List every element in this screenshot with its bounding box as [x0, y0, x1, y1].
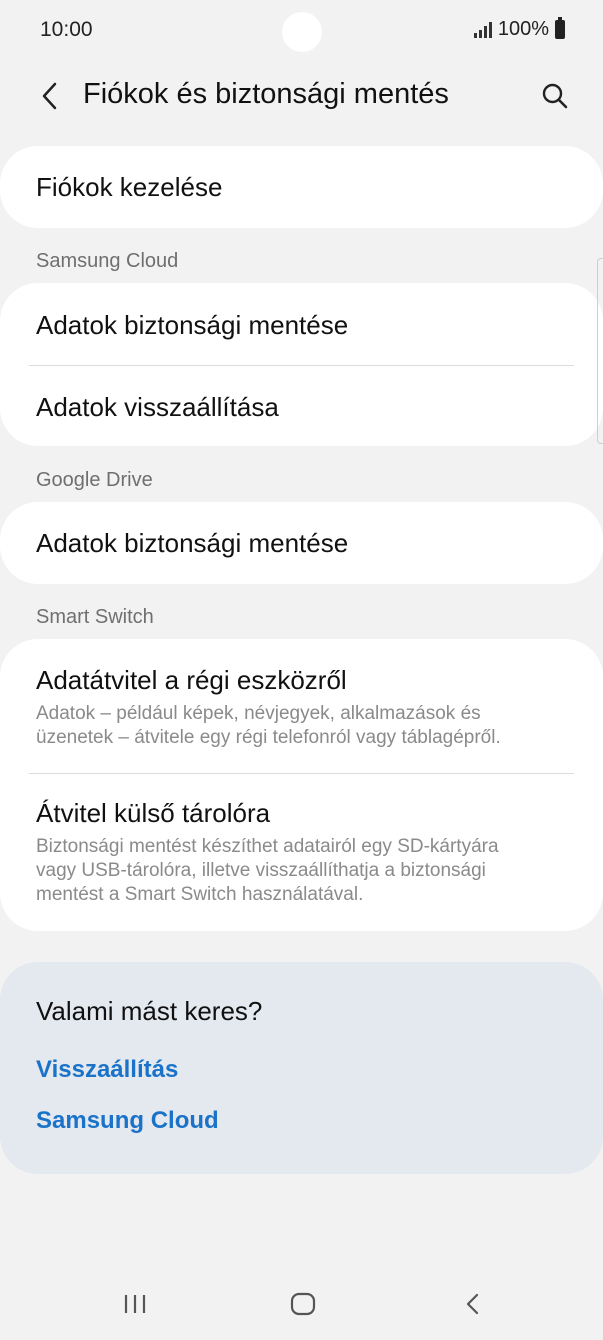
battery-percent: 100% — [497, 18, 549, 40]
smart-switch-card: Adatátvitel a régi eszközről Adatok – pé… — [0, 639, 603, 931]
section-label-samsung-cloud: Samsung Cloud — [36, 250, 179, 272]
transfer-desc-line: üzenetek – átvitele egy régi telefonról … — [36, 727, 501, 748]
google-drive-card: Adatok biztonsági mentése — [0, 502, 603, 584]
accounts-card: Fiókok kezelése — [0, 146, 603, 228]
transfer-old-device-description: Adatok – például képek, névjegyek, alkal… — [36, 702, 567, 750]
samsung-backup-item[interactable]: Adatok biztonsági mentése — [0, 283, 603, 365]
samsung-cloud-card: Adatok biztonsági mentése Adatok visszaá… — [0, 283, 603, 446]
back-button[interactable] — [30, 76, 70, 116]
home-button[interactable] — [278, 1284, 328, 1324]
status-bar: 10:00 100% — [0, 0, 603, 60]
section-label-google-drive: Google Drive — [36, 469, 153, 491]
transfer-old-device-item[interactable]: Adatátvitel a régi eszközről Adatok – pé… — [0, 639, 603, 773]
app-bar: Fiókok és biztonsági mentés — [0, 70, 603, 122]
nav-back-button[interactable] — [448, 1284, 498, 1324]
samsung-restore-item[interactable]: Adatok visszaállítása — [0, 366, 603, 446]
google-backup-label: Adatok biztonsági mentése — [36, 528, 349, 558]
search-button[interactable] — [535, 76, 575, 116]
google-backup-item[interactable]: Adatok biztonsági mentése — [0, 502, 603, 559]
samsung-restore-label: Adatok visszaállítása — [36, 392, 279, 422]
status-indicators: 100% — [473, 17, 565, 41]
recents-button[interactable] — [110, 1284, 160, 1324]
manage-accounts-item[interactable]: Fiókok kezelése — [0, 146, 603, 203]
external-desc-line: vagy USB-tárolóra, illetve visszaállítha… — [36, 860, 486, 881]
suggestions-card: Valami mást keres? Visszaállítás Samsung… — [0, 962, 603, 1174]
transfer-external-storage-item[interactable]: Átvitel külső tárolóra Biztonsági mentés… — [0, 774, 603, 931]
battery-icon — [555, 17, 565, 39]
transfer-desc-line: Adatok – például képek, névjegyek, alkal… — [36, 703, 481, 724]
phone-screen: 10:00 100% Fiókok és biztonsági mentés F… — [0, 0, 603, 1340]
camera-cutout — [282, 12, 322, 52]
section-label-smart-switch: Smart Switch — [36, 606, 154, 628]
link-restore[interactable]: Visszaállítás — [36, 1056, 178, 1084]
samsung-backup-label: Adatok biztonsági mentése — [36, 310, 349, 340]
transfer-external-description: Biztonsági mentést készíthet adatairól e… — [36, 835, 567, 907]
chevron-left-icon — [42, 82, 57, 110]
recents-icon — [124, 1295, 146, 1313]
transfer-old-device-title: Adatátvitel a régi eszközről — [36, 665, 347, 695]
home-icon — [290, 1292, 316, 1316]
search-icon — [542, 83, 568, 109]
navigation-bar — [0, 1270, 603, 1340]
back-icon — [466, 1293, 479, 1315]
page-title: Fiókok és biztonsági mentés — [83, 78, 449, 110]
signal-icon — [473, 21, 492, 38]
scrollbar[interactable] — [597, 258, 603, 444]
transfer-external-title: Átvitel külső tárolóra — [36, 798, 271, 828]
link-samsung-cloud[interactable]: Samsung Cloud — [36, 1107, 219, 1135]
manage-accounts-label: Fiókok kezelése — [36, 172, 223, 202]
external-desc-line: Biztonsági mentést készíthet adatairól e… — [36, 836, 499, 857]
status-time: 10:00 — [40, 18, 93, 41]
suggestions-title: Valami mást keres? — [36, 996, 263, 1026]
external-desc-line: mentést a Smart Switch használatával. — [36, 884, 364, 905]
